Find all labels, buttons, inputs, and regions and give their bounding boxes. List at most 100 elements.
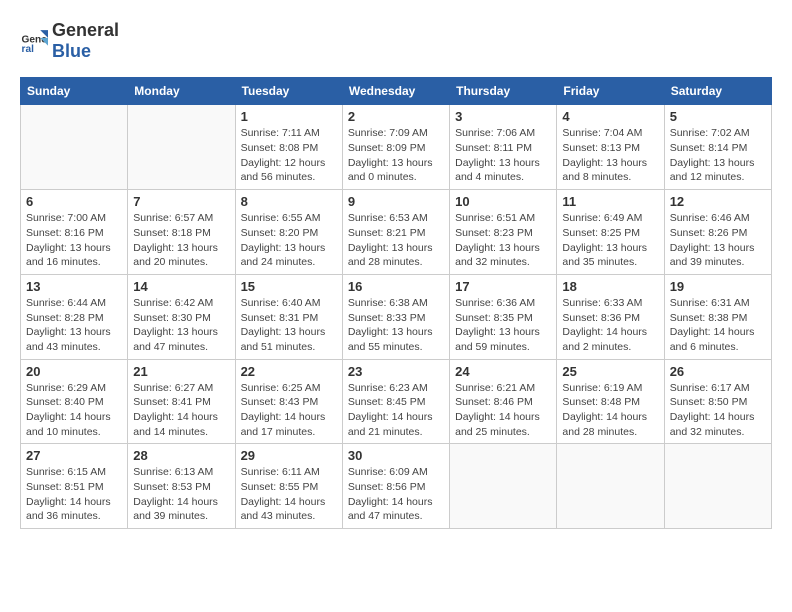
calendar-cell: 23 Sunrise: 6:23 AM Sunset: 8:45 PM Dayli… bbox=[342, 359, 449, 444]
day-info: Sunrise: 7:02 AM Sunset: 8:14 PM Dayligh… bbox=[670, 126, 766, 185]
day-info: Sunrise: 6:19 AM Sunset: 8:48 PM Dayligh… bbox=[562, 381, 658, 440]
day-info: Sunrise: 6:53 AM Sunset: 8:21 PM Dayligh… bbox=[348, 211, 444, 270]
day-info: Sunrise: 6:25 AM Sunset: 8:43 PM Dayligh… bbox=[241, 381, 337, 440]
logo-icon: Gene ral bbox=[20, 27, 48, 55]
logo-blue: Blue bbox=[52, 41, 119, 62]
day-info: Sunrise: 6:23 AM Sunset: 8:45 PM Dayligh… bbox=[348, 381, 444, 440]
day-info: Sunrise: 6:09 AM Sunset: 8:56 PM Dayligh… bbox=[348, 465, 444, 524]
day-number: 19 bbox=[670, 279, 766, 294]
calendar-cell: 2 Sunrise: 7:09 AM Sunset: 8:09 PM Daylig… bbox=[342, 105, 449, 190]
day-number: 14 bbox=[133, 279, 229, 294]
day-info: Sunrise: 6:33 AM Sunset: 8:36 PM Dayligh… bbox=[562, 296, 658, 355]
calendar-week-row: 13Sunrise: 6:44 AM Sunset: 8:28 PM Dayli… bbox=[21, 274, 772, 359]
day-info: Sunrise: 6:36 AM Sunset: 8:35 PM Dayligh… bbox=[455, 296, 551, 355]
calendar-cell: 6 Sunrise: 7:00 AM Sunset: 8:16 PM Daylig… bbox=[21, 190, 128, 275]
day-info: Sunrise: 7:04 AM Sunset: 8:13 PM Dayligh… bbox=[562, 126, 658, 185]
day-info: Sunrise: 6:55 AM Sunset: 8:20 PM Dayligh… bbox=[241, 211, 337, 270]
day-info: Sunrise: 6:21 AM Sunset: 8:46 PM Dayligh… bbox=[455, 381, 551, 440]
day-info: Sunrise: 6:11 AM Sunset: 8:55 PM Dayligh… bbox=[241, 465, 337, 524]
calendar-week-row: 6 Sunrise: 7:00 AM Sunset: 8:16 PM Daylig… bbox=[21, 190, 772, 275]
day-number: 29 bbox=[241, 448, 337, 463]
column-header-wednesday: Wednesday bbox=[342, 78, 449, 105]
day-number: 12 bbox=[670, 194, 766, 209]
logo: Gene ral General Blue bbox=[20, 20, 119, 61]
calendar-cell: 12 Sunrise: 6:46 AM Sunset: 8:26 PM Dayli… bbox=[664, 190, 771, 275]
calendar-cell: 11Sunrise: 6:49 AM Sunset: 8:25 PM Dayli… bbox=[557, 190, 664, 275]
day-info: Sunrise: 6:42 AM Sunset: 8:30 PM Dayligh… bbox=[133, 296, 229, 355]
day-info: Sunrise: 7:11 AM Sunset: 8:08 PM Dayligh… bbox=[241, 126, 337, 185]
calendar-cell: 30 Sunrise: 6:09 AM Sunset: 8:56 PM Dayli… bbox=[342, 444, 449, 529]
day-number: 4 bbox=[562, 109, 658, 124]
calendar-cell: 14 Sunrise: 6:42 AM Sunset: 8:30 PM Dayli… bbox=[128, 274, 235, 359]
logo-general: General bbox=[52, 20, 119, 41]
calendar-cell: 4 Sunrise: 7:04 AM Sunset: 8:13 PM Daylig… bbox=[557, 105, 664, 190]
calendar-cell: 13Sunrise: 6:44 AM Sunset: 8:28 PM Dayli… bbox=[21, 274, 128, 359]
day-info: Sunrise: 6:46 AM Sunset: 8:26 PM Dayligh… bbox=[670, 211, 766, 270]
calendar-cell bbox=[128, 105, 235, 190]
day-info: Sunrise: 6:57 AM Sunset: 8:18 PM Dayligh… bbox=[133, 211, 229, 270]
calendar-cell: 3 Sunrise: 7:06 AM Sunset: 8:11 PM Daylig… bbox=[450, 105, 557, 190]
calendar-cell bbox=[450, 444, 557, 529]
day-info: Sunrise: 6:27 AM Sunset: 8:41 PM Dayligh… bbox=[133, 381, 229, 440]
calendar-cell: 8Sunrise: 6:55 AM Sunset: 8:20 PM Daylig… bbox=[235, 190, 342, 275]
day-info: Sunrise: 6:29 AM Sunset: 8:40 PM Dayligh… bbox=[26, 381, 122, 440]
day-info: Sunrise: 6:15 AM Sunset: 8:51 PM Dayligh… bbox=[26, 465, 122, 524]
calendar-cell: 27 Sunrise: 6:15 AM Sunset: 8:51 PM Dayli… bbox=[21, 444, 128, 529]
day-number: 5 bbox=[670, 109, 766, 124]
day-info: Sunrise: 6:38 AM Sunset: 8:33 PM Dayligh… bbox=[348, 296, 444, 355]
calendar-cell: 18 Sunrise: 6:33 AM Sunset: 8:36 PM Dayli… bbox=[557, 274, 664, 359]
calendar-cell bbox=[557, 444, 664, 529]
column-header-thursday: Thursday bbox=[450, 78, 557, 105]
day-number: 24 bbox=[455, 364, 551, 379]
column-header-saturday: Saturday bbox=[664, 78, 771, 105]
day-number: 7 bbox=[133, 194, 229, 209]
calendar-cell: 17Sunrise: 6:36 AM Sunset: 8:35 PM Dayli… bbox=[450, 274, 557, 359]
calendar-cell: 29 Sunrise: 6:11 AM Sunset: 8:55 PM Dayli… bbox=[235, 444, 342, 529]
day-number: 13 bbox=[26, 279, 122, 294]
calendar-cell: 7 Sunrise: 6:57 AM Sunset: 8:18 PM Daylig… bbox=[128, 190, 235, 275]
calendar-week-row: 20 Sunrise: 6:29 AM Sunset: 8:40 PM Dayli… bbox=[21, 359, 772, 444]
svg-text:ral: ral bbox=[22, 44, 35, 55]
day-number: 16 bbox=[348, 279, 444, 294]
day-number: 15 bbox=[241, 279, 337, 294]
calendar-cell: 9 Sunrise: 6:53 AM Sunset: 8:21 PM Daylig… bbox=[342, 190, 449, 275]
column-header-friday: Friday bbox=[557, 78, 664, 105]
day-info: Sunrise: 6:17 AM Sunset: 8:50 PM Dayligh… bbox=[670, 381, 766, 440]
day-number: 3 bbox=[455, 109, 551, 124]
day-info: Sunrise: 6:13 AM Sunset: 8:53 PM Dayligh… bbox=[133, 465, 229, 524]
calendar-week-row: 27 Sunrise: 6:15 AM Sunset: 8:51 PM Dayli… bbox=[21, 444, 772, 529]
day-number: 9 bbox=[348, 194, 444, 209]
day-info: Sunrise: 6:40 AM Sunset: 8:31 PM Dayligh… bbox=[241, 296, 337, 355]
day-info: Sunrise: 6:51 AM Sunset: 8:23 PM Dayligh… bbox=[455, 211, 551, 270]
day-number: 6 bbox=[26, 194, 122, 209]
calendar-cell: 28Sunrise: 6:13 AM Sunset: 8:53 PM Dayli… bbox=[128, 444, 235, 529]
day-number: 22 bbox=[241, 364, 337, 379]
day-number: 27 bbox=[26, 448, 122, 463]
day-number: 1 bbox=[241, 109, 337, 124]
calendar-cell: 19Sunrise: 6:31 AM Sunset: 8:38 PM Dayli… bbox=[664, 274, 771, 359]
day-number: 26 bbox=[670, 364, 766, 379]
calendar-week-row: 1 Sunrise: 7:11 AM Sunset: 8:08 PM Daylig… bbox=[21, 105, 772, 190]
calendar-cell: 16 Sunrise: 6:38 AM Sunset: 8:33 PM Dayli… bbox=[342, 274, 449, 359]
calendar-cell: 10 Sunrise: 6:51 AM Sunset: 8:23 PM Dayli… bbox=[450, 190, 557, 275]
column-header-sunday: Sunday bbox=[21, 78, 128, 105]
calendar-cell: 25Sunrise: 6:19 AM Sunset: 8:48 PM Dayli… bbox=[557, 359, 664, 444]
calendar-cell: 24 Sunrise: 6:21 AM Sunset: 8:46 PM Dayli… bbox=[450, 359, 557, 444]
page-header: Gene ral General Blue bbox=[20, 20, 772, 61]
calendar-cell: 22 Sunrise: 6:25 AM Sunset: 8:43 PM Dayli… bbox=[235, 359, 342, 444]
calendar-cell: 15 Sunrise: 6:40 AM Sunset: 8:31 PM Dayli… bbox=[235, 274, 342, 359]
calendar-table: SundayMondayTuesdayWednesdayThursdayFrid… bbox=[20, 77, 772, 529]
calendar-cell bbox=[21, 105, 128, 190]
day-info: Sunrise: 7:06 AM Sunset: 8:11 PM Dayligh… bbox=[455, 126, 551, 185]
day-number: 20 bbox=[26, 364, 122, 379]
day-number: 30 bbox=[348, 448, 444, 463]
calendar-cell bbox=[664, 444, 771, 529]
calendar-cell: 5 Sunrise: 7:02 AM Sunset: 8:14 PM Daylig… bbox=[664, 105, 771, 190]
day-number: 18 bbox=[562, 279, 658, 294]
day-info: Sunrise: 7:09 AM Sunset: 8:09 PM Dayligh… bbox=[348, 126, 444, 185]
day-number: 10 bbox=[455, 194, 551, 209]
day-number: 2 bbox=[348, 109, 444, 124]
day-number: 21 bbox=[133, 364, 229, 379]
day-info: Sunrise: 7:00 AM Sunset: 8:16 PM Dayligh… bbox=[26, 211, 122, 270]
day-number: 23 bbox=[348, 364, 444, 379]
